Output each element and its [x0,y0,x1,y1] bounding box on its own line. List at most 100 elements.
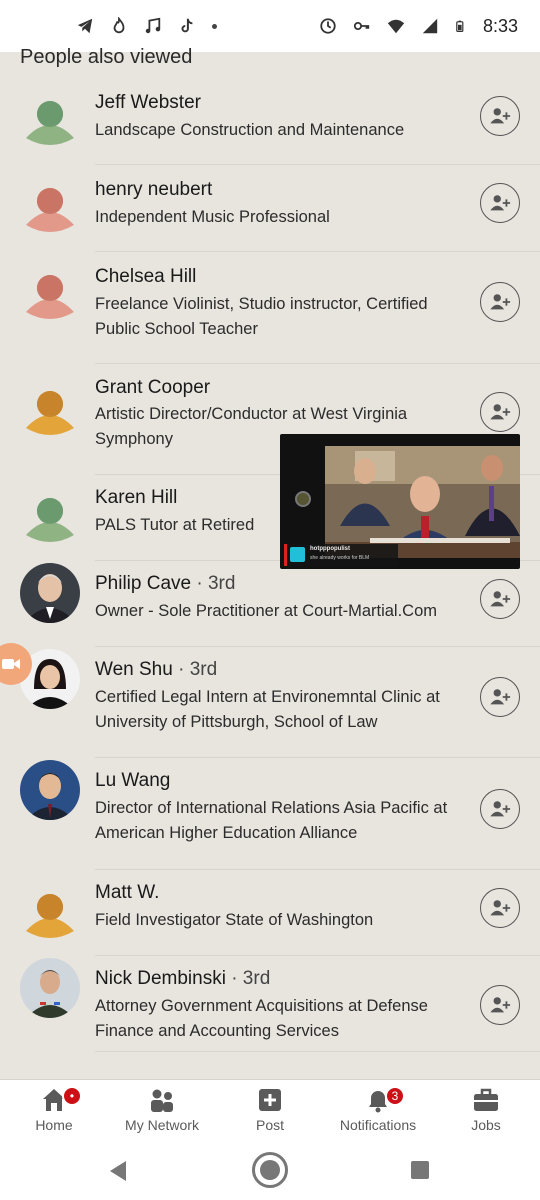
status-left-icons [76,17,217,35]
nav-jobs-label: Jobs [471,1117,501,1133]
briefcase-icon [474,1088,498,1111]
nav-home-label: Home [35,1117,73,1133]
person-headline: Attorney Government Acquisitions at Defe… [95,997,428,1040]
nav-jobs[interactable]: Jobs [432,1080,540,1141]
person-headline: Freelance Violinist, Studio instructor, … [95,295,428,338]
person-row[interactable]: Chelsea Hill Freelance Violinist, Studio … [0,252,540,364]
person-name-text: Nick Dembinski [95,968,226,989]
divider [95,1051,540,1052]
avatar[interactable] [20,487,80,547]
add-person-icon [490,294,511,310]
person-name[interactable]: henry neubert [95,179,212,201]
connect-button[interactable] [480,677,520,717]
person-name[interactable]: Nick Dembinski · 3rd [95,968,270,990]
battery-icon [456,20,464,32]
sync-icon [320,18,336,34]
nav-post-label: Post [255,1117,284,1133]
system-navigation-bar [0,1141,540,1200]
status-right-icons: 8:33 [319,16,518,37]
home-circle-icon [260,1160,280,1180]
person-name[interactable]: Karen Hill [95,487,177,509]
telegram-icon [77,18,93,34]
home-system-button[interactable] [252,1152,288,1188]
avatar[interactable] [20,177,80,237]
nav-notifications-label: Notifications [339,1117,417,1133]
connection-degree: · 3rd [172,659,218,680]
connect-button[interactable] [480,985,520,1025]
person-row[interactable]: Wen Shu · 3rd Certified Legal Intern at E… [0,647,540,758]
connect-button[interactable] [480,888,520,928]
person-name[interactable]: Wen Shu · 3rd [95,659,217,681]
person-row[interactable]: henry neubert Independent Music Professio… [0,165,540,252]
person-name-text: Karen Hill [95,487,178,508]
person-name-text: Lu Wang [95,770,171,791]
add-person-icon [490,591,511,607]
section-heading: People also viewed [20,46,193,68]
person-name[interactable]: Grant Cooper [95,377,210,399]
chat-avatar-icon [290,547,305,562]
person-name[interactable]: Lu Wang [95,770,170,792]
nav-home[interactable]: • Home [0,1080,108,1141]
connect-button[interactable] [480,282,520,322]
person-name[interactable]: Chelsea Hill [95,266,196,288]
tiktok-icon [181,18,193,33]
person-name-text: Matt W. [95,882,160,903]
person-name[interactable]: Jeff Webster [95,92,201,114]
person-name[interactable]: Philip Cave · 3rd [95,573,235,595]
nav-notifications[interactable]: 3 Notifications [324,1080,432,1141]
connection-degree: · 3rd [225,968,271,989]
bottom-navigation: • Home My Network Post 3 Notifications J… [0,1079,540,1141]
connect-button[interactable] [480,96,520,136]
add-person-icon [490,404,511,420]
nav-my-network-label: My Network [125,1117,199,1133]
live-indicator [284,544,287,566]
back-icon[interactable] [108,1160,128,1182]
notifications-badge: 3 [385,1086,405,1106]
dot-icon [212,23,217,29]
connection-degree: · 3rd [191,573,236,594]
person-headline: Director of International Relations Asia… [95,799,448,842]
nav-post[interactable]: Post [216,1080,324,1141]
add-person-icon [490,689,511,705]
music-icon [145,17,161,34]
pip-video-overlay[interactable]: hotpppopulist she already works for BLM [280,434,520,569]
person-name-text: Philip Cave [95,573,192,594]
status-bar: 8:33 [0,0,540,52]
person-row[interactable]: Nick Dembinski · 3rd Attorney Government … [0,956,540,1052]
add-person-icon [490,108,511,124]
recent-apps-icon[interactable] [411,1161,429,1179]
avatar[interactable] [20,760,80,820]
add-person-icon [490,801,511,817]
person-name[interactable]: Matt W. [95,882,159,904]
post-icon [259,1089,281,1111]
connect-button[interactable] [480,789,520,829]
home-badge: • [62,1086,82,1106]
person-headline: Landscape Construction and Maintenance [95,121,405,139]
person-row[interactable]: Matt W. Field Investigator State of Washi… [0,870,540,956]
person-headline: Certified Legal Intern at Environemntal … [95,688,440,731]
signal-icon [422,18,438,34]
person-headline: Owner - Sole Practitioner at Court-Marti… [95,602,438,620]
flame-icon [113,17,125,34]
add-person-icon [490,997,511,1013]
avatar[interactable] [20,883,80,943]
person-headline: Field Investigator State of Washington [95,911,374,929]
connect-button[interactable] [480,183,520,223]
connect-button[interactable] [480,579,520,619]
add-person-icon [490,900,511,916]
avatar[interactable] [20,90,80,150]
nav-my-network[interactable]: My Network [108,1080,216,1141]
avatar[interactable] [20,958,80,1018]
video-camera-icon [2,659,20,669]
avatar[interactable] [20,264,80,324]
wifi-icon [387,19,405,34]
person-row[interactable]: Philip Cave · 3rd Owner - Sole Practition… [0,561,540,647]
person-row[interactable]: Lu Wang Director of International Relatio… [0,758,540,870]
avatar[interactable] [20,563,80,623]
person-name-text: Grant Cooper [95,377,211,398]
clock: 8:33 [482,15,518,36]
avatar[interactable] [20,380,80,440]
person-name-text: Jeff Webster [95,92,201,113]
person-row[interactable]: Jeff Webster Landscape Construction and M… [0,78,540,165]
connect-button[interactable] [480,392,520,432]
